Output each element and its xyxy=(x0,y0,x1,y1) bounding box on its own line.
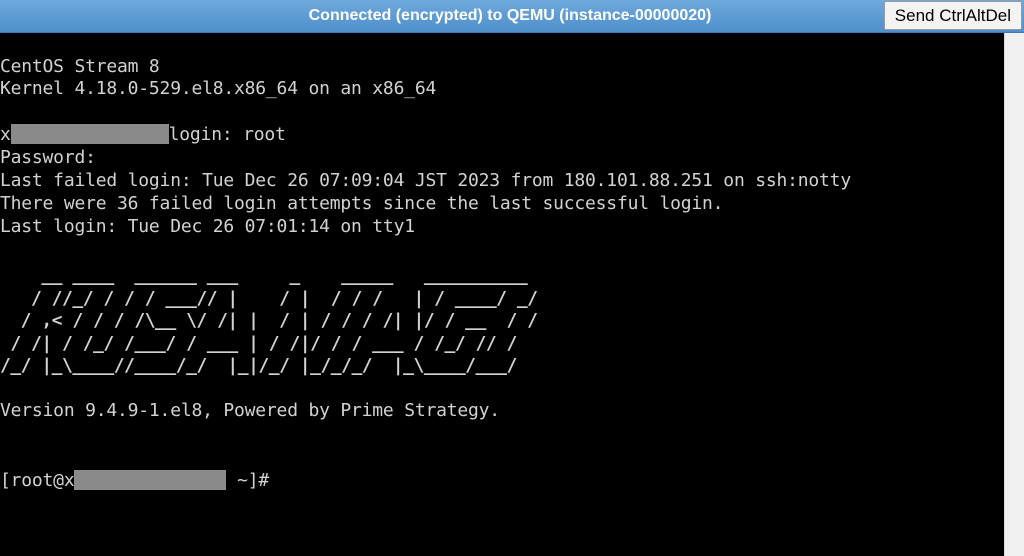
redacted-prompt-hostname xyxy=(74,470,227,490)
failed-attempts-line: There were 36 failed login attempts sinc… xyxy=(0,193,724,214)
redacted-hostname xyxy=(10,124,169,144)
login-text: login: root xyxy=(168,124,286,145)
send-ctrl-alt-del-button[interactable]: Send CtrlAltDel xyxy=(883,1,1022,30)
prompt-suffix: ~]# xyxy=(226,470,270,491)
last-login-line: Last login: Tue Dec 26 07:01:14 on tty1 xyxy=(0,216,415,237)
version-line: Version 9.4.9-1.el8, Powered by Prime St… xyxy=(0,400,500,421)
last-failed-login-line: Last failed login: Tue Dec 26 07:09:04 J… xyxy=(0,170,851,191)
os-line: CentOS Stream 8 xyxy=(0,56,160,77)
title-bar: Connected (encrypted) to QEMU (instance-… xyxy=(0,0,1024,33)
prompt-prefix: [root@x xyxy=(0,470,75,491)
console-scrollbar[interactable] xyxy=(1004,33,1024,556)
login-line: x login: root xyxy=(0,124,286,146)
shell-prompt[interactable]: [root@x ~]# xyxy=(0,470,269,492)
connection-title: Connected (encrypted) to QEMU (instance-… xyxy=(308,7,712,24)
terminal-console[interactable]: CentOS Stream 8 Kernel 4.18.0-529.el8.x8… xyxy=(0,33,1004,556)
password-line: Password: xyxy=(0,147,96,168)
login-host-prefix: x xyxy=(0,124,11,145)
kusanagi-ascii-banner: __ ____ ______ ___ _ _____ __________ / … xyxy=(0,265,538,376)
kernel-line: Kernel 4.18.0-529.el8.x86_64 on an x86_6… xyxy=(0,78,437,99)
